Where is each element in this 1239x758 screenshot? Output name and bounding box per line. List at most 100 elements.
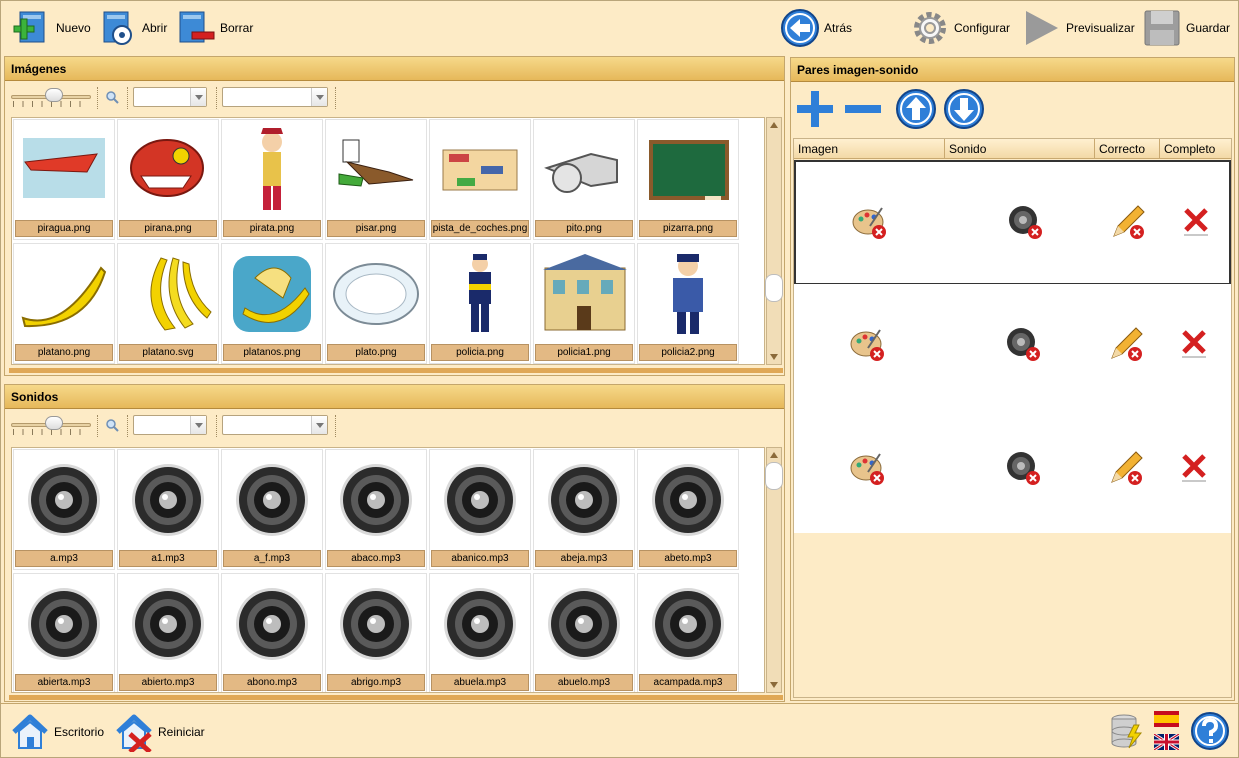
image-tile[interactable]: pirata.png bbox=[221, 119, 323, 240]
images-scrollbar[interactable] bbox=[765, 117, 783, 365]
zoom-icon[interactable] bbox=[105, 418, 119, 432]
pairs-panel-title: Pares imagen-sonido bbox=[791, 58, 1234, 82]
bottom-bar: Escritorio Reiniciar bbox=[0, 703, 1239, 758]
incomplete-icon[interactable] bbox=[1176, 202, 1216, 242]
uk-flag-icon[interactable] bbox=[1154, 734, 1179, 750]
pair-row[interactable] bbox=[794, 284, 1231, 409]
sounds-filter-bar bbox=[5, 409, 784, 441]
incomplete-icon[interactable] bbox=[1174, 448, 1214, 488]
chevron-down-icon[interactable] bbox=[311, 416, 327, 434]
image-tile[interactable]: policia1.png bbox=[533, 243, 635, 364]
images-size-slider-knob[interactable] bbox=[45, 88, 63, 102]
pair-row[interactable] bbox=[794, 160, 1231, 285]
move-down-icon[interactable] bbox=[943, 88, 985, 130]
sound-tile[interactable]: abaco.mp3 bbox=[325, 449, 427, 570]
sound-missing-icon[interactable] bbox=[1006, 202, 1046, 242]
column-header-correct[interactable]: Correcto bbox=[1095, 139, 1160, 158]
restart-button[interactable]: Reiniciar bbox=[114, 710, 205, 754]
sound-missing-icon[interactable] bbox=[1004, 324, 1044, 364]
preview-button[interactable]: Previsualizar bbox=[1022, 6, 1135, 50]
sound-tile[interactable]: abanico.mp3 bbox=[429, 449, 531, 570]
sounds-scrollbar[interactable] bbox=[765, 447, 783, 693]
scroll-up-icon[interactable] bbox=[767, 118, 781, 132]
sound-thumbnail bbox=[121, 454, 215, 546]
images-filter-combo-1[interactable] bbox=[133, 87, 207, 107]
sound-tile[interactable]: abeto.mp3 bbox=[637, 449, 739, 570]
chevron-down-icon[interactable] bbox=[190, 416, 206, 434]
sound-missing-icon[interactable] bbox=[1004, 448, 1044, 488]
sound-tile[interactable]: a1.mp3 bbox=[117, 449, 219, 570]
configure-button-label: Configurar bbox=[954, 21, 1011, 35]
column-header-complete[interactable]: Completo bbox=[1160, 139, 1229, 158]
images-scroll-thumb[interactable] bbox=[765, 274, 783, 302]
speaker-icon bbox=[444, 464, 516, 536]
sound-tile[interactable]: abrigo.mp3 bbox=[325, 573, 427, 692]
play-icon bbox=[1026, 11, 1058, 45]
new-button[interactable]: Nuevo bbox=[12, 6, 91, 50]
sound-tile[interactable]: a.mp3 bbox=[13, 449, 115, 570]
image-missing-icon[interactable] bbox=[848, 324, 888, 364]
sound-tile[interactable]: abuela.mp3 bbox=[429, 573, 531, 692]
floppy-disk-icon bbox=[1144, 10, 1180, 46]
edit-correct-icon[interactable] bbox=[1108, 202, 1148, 242]
incomplete-icon[interactable] bbox=[1174, 324, 1214, 364]
configure-button[interactable]: Configurar bbox=[910, 6, 1010, 50]
image-missing-icon[interactable] bbox=[848, 448, 888, 488]
chevron-down-icon[interactable] bbox=[190, 88, 206, 106]
sound-tile[interactable]: abierta.mp3 bbox=[13, 573, 115, 692]
image-tile[interactable]: pista_de_coches.png bbox=[429, 119, 531, 240]
remove-pair-icon[interactable] bbox=[843, 89, 883, 129]
image-tile[interactable]: platanos.png bbox=[221, 243, 323, 364]
sound-thumbnail bbox=[433, 578, 527, 670]
column-header-sound[interactable]: Sonido bbox=[945, 139, 1095, 158]
image-tile[interactable]: platano.svg bbox=[117, 243, 219, 364]
image-preview bbox=[543, 254, 627, 331]
image-tile[interactable]: pizarra.png bbox=[637, 119, 739, 240]
delete-button[interactable]: Borrar bbox=[176, 6, 253, 50]
image-tile[interactable]: policia.png bbox=[429, 243, 531, 364]
image-tile[interactable]: platano.png bbox=[13, 243, 115, 364]
sound-thumbnail bbox=[225, 454, 319, 546]
image-preview bbox=[442, 149, 518, 191]
sound-tile[interactable]: abuelo.mp3 bbox=[533, 573, 635, 692]
scroll-down-icon[interactable] bbox=[767, 678, 781, 692]
scroll-up-icon[interactable] bbox=[767, 448, 781, 462]
spanish-flag-icon[interactable] bbox=[1154, 711, 1179, 727]
separator bbox=[97, 415, 98, 437]
edit-correct-icon[interactable] bbox=[1106, 448, 1146, 488]
image-tile[interactable]: pisar.png bbox=[325, 119, 427, 240]
sound-tile[interactable]: a_f.mp3 bbox=[221, 449, 323, 570]
help-icon[interactable] bbox=[1190, 711, 1230, 751]
sounds-scroll-thumb[interactable] bbox=[765, 462, 783, 490]
edit-correct-icon[interactable] bbox=[1106, 324, 1146, 364]
sound-tile[interactable]: acampada.mp3 bbox=[637, 573, 739, 692]
sound-tile[interactable]: abeja.mp3 bbox=[533, 449, 635, 570]
image-tile[interactable]: piragua.png bbox=[13, 119, 115, 240]
zoom-icon[interactable] bbox=[105, 90, 119, 104]
column-header-image[interactable]: Imagen bbox=[794, 139, 945, 158]
image-tile[interactable]: pirana.png bbox=[117, 119, 219, 240]
desktop-button[interactable]: Escritorio bbox=[10, 710, 104, 754]
open-button[interactable]: Abrir bbox=[98, 6, 167, 50]
chevron-down-icon[interactable] bbox=[311, 88, 327, 106]
save-button[interactable]: Guardar bbox=[1142, 6, 1230, 50]
image-tile[interactable]: policia2.png bbox=[637, 243, 739, 364]
add-pair-icon[interactable] bbox=[795, 89, 835, 129]
sounds-filter-combo-1[interactable] bbox=[133, 415, 207, 435]
sounds-filter-combo-2[interactable] bbox=[222, 415, 328, 435]
image-preview bbox=[649, 140, 729, 200]
sound-tile[interactable]: abono.mp3 bbox=[221, 573, 323, 692]
image-thumbnail bbox=[433, 124, 527, 216]
move-up-icon[interactable] bbox=[895, 88, 937, 130]
image-tile[interactable]: plato.png bbox=[325, 243, 427, 364]
sound-tile[interactable]: abierto.mp3 bbox=[117, 573, 219, 692]
back-button[interactable]: Atrás bbox=[780, 6, 852, 50]
scroll-down-icon[interactable] bbox=[767, 350, 781, 364]
image-tile[interactable]: pito.png bbox=[533, 119, 635, 240]
sounds-size-slider-knob[interactable] bbox=[45, 416, 63, 430]
image-missing-icon[interactable] bbox=[850, 202, 890, 242]
new-document-icon bbox=[13, 11, 45, 43]
pair-row[interactable] bbox=[794, 408, 1231, 533]
images-filter-combo-2[interactable] bbox=[222, 87, 328, 107]
database-icon[interactable] bbox=[1110, 713, 1144, 749]
